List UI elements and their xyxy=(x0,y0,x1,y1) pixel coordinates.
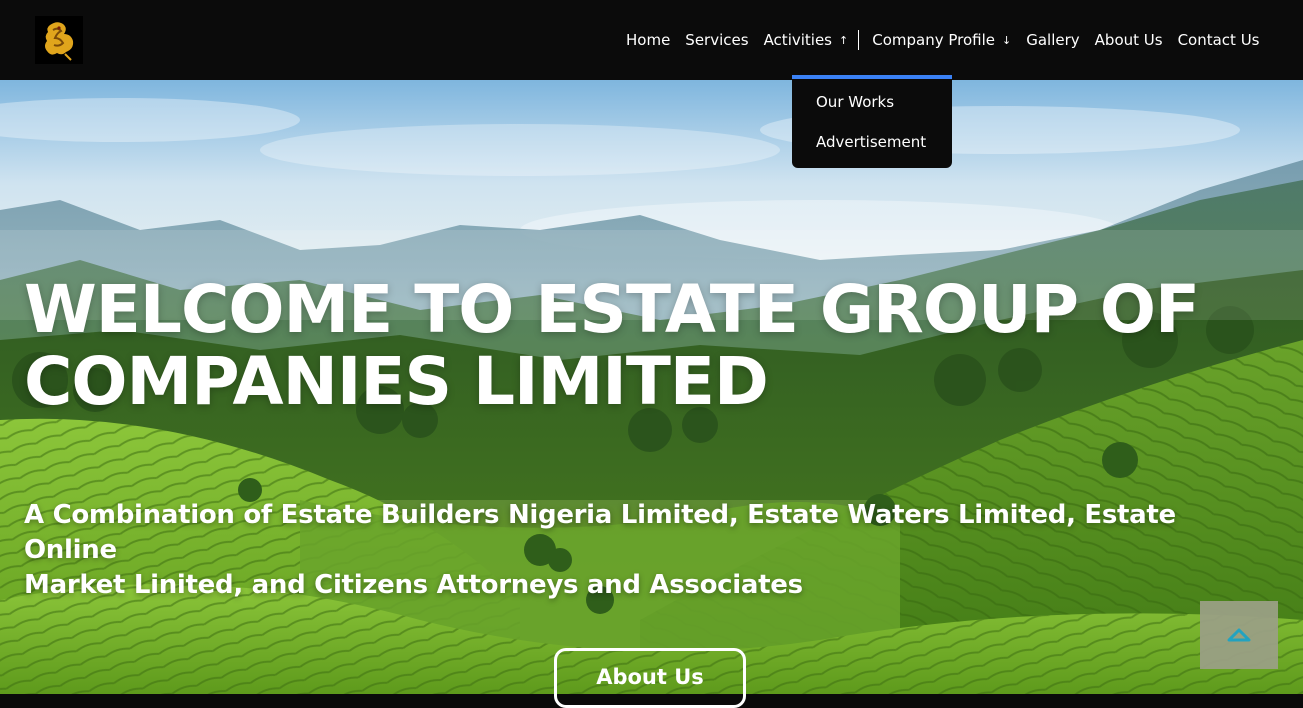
nav-about-us[interactable]: About Us xyxy=(1087,31,1170,49)
nav-contact-us-label: Contact Us xyxy=(1177,31,1260,49)
nav-company-profile-label: Company Profile xyxy=(872,31,995,49)
nav-activities-label: Activities xyxy=(763,31,832,49)
nav-contact-us[interactable]: Contact Us xyxy=(1170,31,1267,49)
top-navbar: Home Services Activities ↑ Company Profi… xyxy=(0,0,1303,80)
nav-services-label: Services xyxy=(685,31,749,49)
arrow-up-icon: ↑ xyxy=(839,33,849,47)
hero-title-line-2: COMPANIES LIMITED xyxy=(24,343,769,420)
hero-subtitle-line-2: Market Linited, and Citizens Attorneys a… xyxy=(24,570,803,600)
main-navigation: Home Services Activities ↑ Company Profi… xyxy=(619,0,1268,80)
dropdown-item-advertisement[interactable]: Advertisement xyxy=(792,131,952,171)
nav-home[interactable]: Home xyxy=(619,31,678,49)
hero-subtitle: A Combination of Estate Builders Nigeria… xyxy=(24,498,1264,603)
nav-about-us-label: About Us xyxy=(1094,31,1163,49)
nav-divider xyxy=(857,30,859,50)
scroll-to-top-button[interactable] xyxy=(1200,601,1278,669)
about-us-button[interactable]: About Us xyxy=(554,648,746,708)
nav-gallery-label: Gallery xyxy=(1026,31,1080,49)
chevron-up-icon xyxy=(1227,628,1251,642)
nav-company-profile[interactable]: Company Profile ↓ xyxy=(865,31,1019,49)
nav-home-label: Home xyxy=(626,31,671,49)
hero-title-line-1: WELCOME TO ESTATE GROUP OF xyxy=(24,271,1200,348)
hero-title: WELCOME TO ESTATE GROUP OF COMPANIES LIM… xyxy=(24,274,1224,418)
hero-subtitle-line-1: A Combination of Estate Builders Nigeria… xyxy=(24,500,1176,565)
nav-services[interactable]: Services xyxy=(678,31,756,49)
arrow-down-icon: ↓ xyxy=(1002,33,1012,47)
dropdown-item-our-works[interactable]: Our Works xyxy=(792,91,952,131)
nav-gallery[interactable]: Gallery xyxy=(1019,31,1087,49)
dragon-logo-icon xyxy=(35,16,83,64)
company-logo[interactable] xyxy=(35,16,83,64)
nav-activities[interactable]: Activities ↑ xyxy=(756,31,856,49)
activities-dropdown-menu: Our Works Advertisement xyxy=(792,75,952,168)
